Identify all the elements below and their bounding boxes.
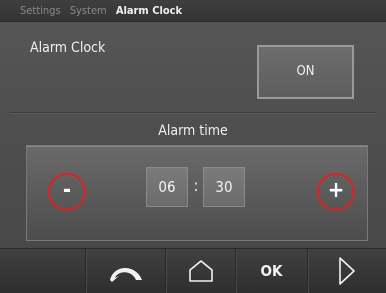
next-arrow-icon (339, 257, 355, 285)
breadcrumb-system[interactable]: System (70, 4, 107, 17)
home-button[interactable] (165, 249, 235, 293)
alarm-time-panel: - 06 : 30 + (26, 145, 368, 241)
time-separator: : (193, 176, 199, 195)
bottom-nav-bar: OK (0, 248, 386, 293)
alarm-time-title: Alarm time (158, 123, 228, 139)
breadcrumb-settings[interactable]: Settings (20, 4, 61, 17)
increment-button[interactable]: + (317, 173, 355, 211)
breadcrumb: Settings System Alarm Clock (0, 0, 386, 22)
alarm-clock-label: Alarm Clock (30, 40, 106, 56)
home-icon (188, 260, 213, 282)
breadcrumb-alarm-clock: Alarm Clock (115, 4, 183, 17)
alarm-clock-screen: Settings System Alarm Clock Alarm Clock … (0, 0, 386, 293)
ok-button[interactable]: OK (235, 249, 307, 293)
nav-empty-slot (0, 249, 85, 293)
decrement-button[interactable]: - (48, 173, 86, 211)
back-arrow-icon (109, 268, 142, 282)
back-button[interactable] (85, 249, 165, 293)
minute-field[interactable]: 30 (203, 167, 245, 207)
hour-field[interactable]: 06 (146, 167, 188, 207)
alarm-on-toggle-button[interactable]: ON (257, 45, 354, 99)
next-button[interactable] (307, 249, 386, 293)
section-divider (10, 112, 376, 113)
